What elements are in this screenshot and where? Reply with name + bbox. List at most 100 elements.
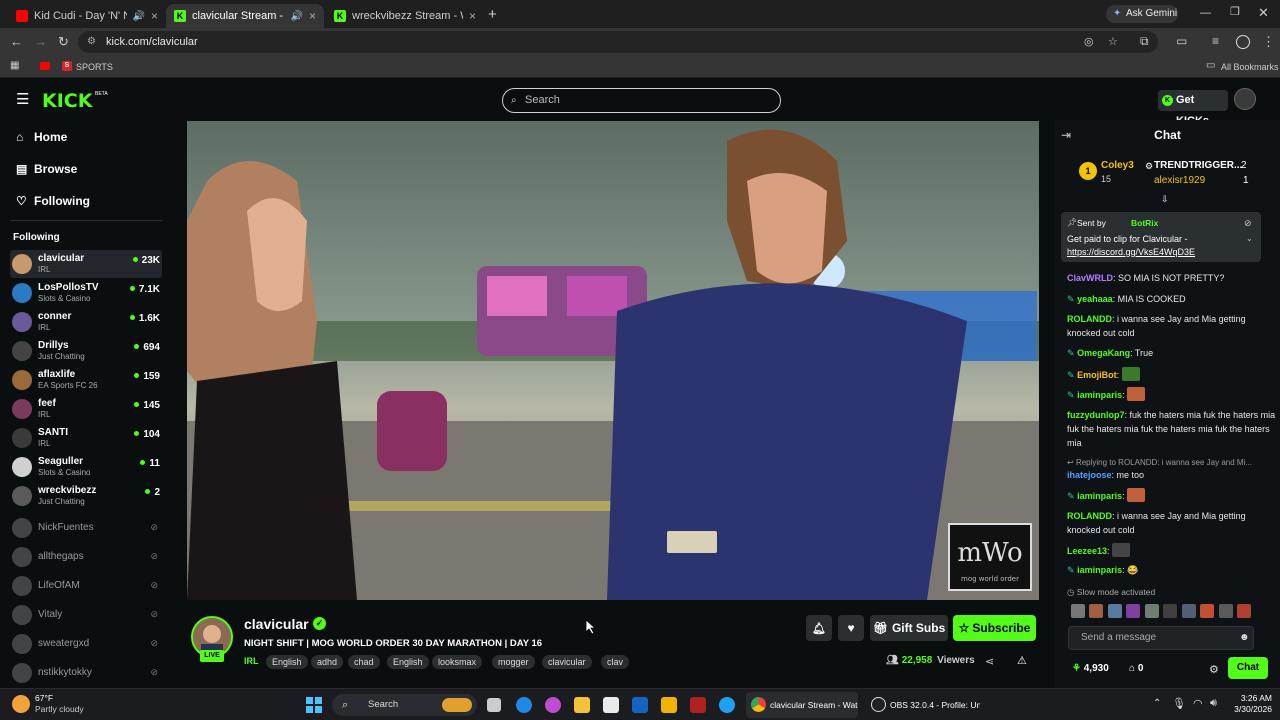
youtube-bookmark-icon[interactable] [40,62,50,70]
windows-start-icon[interactable] [306,697,322,713]
cast-icon[interactable]: ▭ [1176,35,1187,47]
bookmark-star-icon[interactable]: ☆ [1108,31,1118,53]
address-bar[interactable]: ⚙ kick.com/clavicular ◎ ☆ [78,31,1158,53]
edge-icon[interactable] [516,697,532,713]
offline-channel-allthegaps[interactable]: allthegaps ⊘ [10,543,162,571]
items-display[interactable]: ⌂ 0 [1129,663,1143,674]
wifi-icon[interactable]: ◠ [1193,697,1203,710]
emote[interactable] [1200,604,1215,618]
new-tab-icon[interactable]: + [488,7,497,22]
chat-username[interactable]: iaminparis [1077,390,1122,400]
close-tab-icon[interactable]: × [309,9,316,23]
profile-icon[interactable] [1236,35,1250,49]
tag[interactable]: looksmax [432,655,483,669]
followed-channel-clavicular[interactable]: clavicular IRL 23K [10,250,162,278]
ask-gemini-button[interactable]: ✦ Ask Gemini [1106,5,1178,23]
task-view-icon[interactable] [487,698,501,712]
reading-list-icon[interactable]: ≡ [1212,35,1219,47]
leaderboard-name[interactable]: TRENDTRIGGER... [1154,160,1242,171]
share-icon[interactable]: ⋖ [985,655,994,668]
close-tab-icon[interactable]: × [469,9,476,23]
report-icon[interactable]: ⚠ [1017,654,1027,667]
tag[interactable]: English [266,655,308,669]
reload-icon[interactable]: ↻ [58,35,69,48]
weather-desc[interactable]: Partly cloudy [35,704,84,714]
chat-username[interactable]: EmojiBot [1077,370,1117,380]
followed-channel-seaguller[interactable]: Seaguller Slots & Casino 11 [10,453,162,481]
weather-temp[interactable]: 67°F [35,693,53,703]
emote[interactable] [1107,604,1122,618]
followed-channel-conner[interactable]: conner IRL 1.6K [10,308,162,336]
notification-bell-button[interactable]: 🔔︎ [806,615,832,641]
chat-username[interactable]: yeahaaa [1077,294,1113,304]
emote[interactable] [1218,604,1233,618]
offline-channel-sweatergxd[interactable]: sweatergxd ⊘ [10,630,162,658]
send-chat-button[interactable]: Chat [1228,657,1268,679]
emote[interactable] [1237,604,1252,618]
unpin-icon[interactable]: ⊘ [1244,218,1252,229]
clock-time[interactable]: 3:26 AM [1224,693,1272,703]
tag[interactable]: adhd [311,655,344,669]
tag[interactable]: mogger [492,655,535,669]
taskbar-search[interactable]: ⌕ Search [332,694,477,716]
subscribe-button[interactable]: ☆ Subscribe [953,615,1036,641]
search-input[interactable]: ⌕ Search [502,88,781,113]
emote[interactable] [1144,604,1159,618]
emote[interactable] [1163,604,1178,618]
nav-home[interactable]: ⌂ Home [16,130,67,144]
nav-browse[interactable]: ▤ Browse [16,162,77,176]
get-kicks-button[interactable]: K Get KICKs [1158,90,1228,127]
app-icon[interactable] [661,697,677,713]
chat-username[interactable]: ROLANDD [1067,314,1112,324]
offline-channel-vitaly[interactable]: Vitaly ⊘ [10,601,162,629]
tag[interactable]: clavicular [542,655,592,669]
close-tab-icon[interactable]: × [151,9,158,23]
chat-username[interactable]: ihatejoose [1067,470,1112,480]
tab-clavicular[interactable]: K clavicular Stream - Watch Li 🔊 × [166,4,324,28]
followed-channel-aflaxlife[interactable]: aflaxlife EA Sports FC 26 159 [10,366,162,394]
tag[interactable]: chad [348,655,380,669]
close-window-icon[interactable]: ✕ [1258,6,1269,19]
menu-dots-icon[interactable]: ⋮ [1262,35,1275,48]
tag[interactable]: English [387,655,429,669]
volume-icon[interactable]: 🔊︎ [1210,697,1217,710]
followed-channel-santi[interactable]: SANTI IRL 104 [10,424,162,452]
emote[interactable] [1126,604,1141,618]
followed-channel-wreckvibezz[interactable]: wreckvibezz Just Chatting 2 [10,482,162,510]
video-player[interactable]: mWo mog world order [187,121,1039,600]
channel-name[interactable]: clavicular [244,616,309,632]
outlook-icon[interactable] [632,697,648,713]
chat-username[interactable]: iaminparis [1077,491,1122,501]
restore-icon[interactable]: ❐ [1230,7,1240,18]
stream-category[interactable]: IRL [244,656,259,666]
site-info-icon[interactable]: ⚙ [87,31,96,53]
apps-grid-icon[interactable]: ▦ [10,61,19,71]
emote[interactable] [1089,604,1104,618]
forward-icon[interactable]: → [34,35,47,48]
chat-username[interactable]: Leezee13 [1067,546,1107,556]
emote[interactable] [1071,604,1085,618]
tab-wreckvibezz[interactable]: K wreckvibezz Stream - Watch Liv × [326,4,484,28]
chat-username[interactable]: OmegaKang [1077,348,1130,358]
chevron-down-icon[interactable]: ⌄ [1246,234,1253,243]
taskbar-app-chrome[interactable]: clavicular Stream - Watc [746,692,858,718]
chat-username[interactable]: iaminparis [1077,565,1122,575]
followed-channel-feef[interactable]: feef IRL 145 [10,395,162,423]
back-icon[interactable]: ← [10,35,23,48]
store-icon[interactable] [603,697,619,713]
tracking-off-icon[interactable]: ◎ [1084,31,1094,53]
offline-channel-lifeofam[interactable]: LifeOfAM ⊘ [10,572,162,600]
chevron-up-icon[interactable]: ⌃ [1153,698,1161,709]
hamburger-menu-icon[interactable]: ☰ [16,92,29,107]
points-display[interactable]: ⚘ 4,930 [1072,663,1109,674]
user-avatar[interactable] [1234,88,1256,110]
pinned-link[interactable]: https://discord.gg/VksE4WqD3E [1067,247,1195,257]
offline-channel-nickfuentes[interactable]: NickFuentes ⊘ [10,514,162,542]
offline-channel-nstikkytokky[interactable]: nstikkytokky ⊘ [10,659,162,687]
nav-following[interactable]: ♡ Following [16,194,90,208]
taskbar-app-obs[interactable]: OBS 32.0.4 - Profile: Unt [866,692,980,718]
extensions-icon[interactable]: ⧉ [1140,35,1149,47]
tab-youtube[interactable]: Kid Cudi - Day 'N' Nite - Yo 🔊 × [8,4,166,28]
bookmark-sports[interactable]: SPORTS [76,62,113,72]
twitter-icon[interactable] [719,697,735,713]
